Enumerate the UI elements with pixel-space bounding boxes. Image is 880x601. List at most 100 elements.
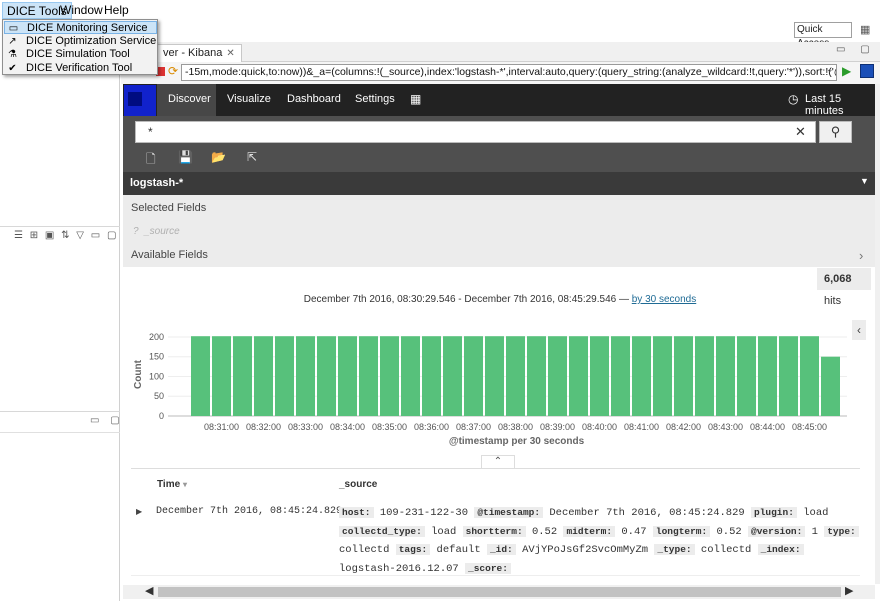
x-tick-label: 08:42:00 (666, 422, 701, 432)
histogram-bar[interactable] (191, 336, 210, 416)
histogram-bar[interactable] (254, 336, 273, 416)
histogram-bar[interactable] (695, 336, 714, 416)
interval-link[interactable]: by 30 seconds (632, 294, 697, 305)
scrollbar-thumb[interactable] (158, 587, 841, 597)
source-value: 1 (805, 525, 825, 538)
menu-help[interactable]: Help (100, 3, 133, 17)
expand-row-icon[interactable]: ▶ (136, 507, 142, 516)
row-timestamp: December 7th 2016, 08:45:24.829 (156, 506, 343, 517)
nav-visualize[interactable]: Visualize (227, 93, 271, 105)
source-key: _score: (465, 562, 511, 574)
clock-icon[interactable]: ◷ (788, 92, 798, 106)
panel-minmax-controls[interactable]: ▭ ▢ (90, 415, 124, 426)
nav-discover[interactable]: Discover (168, 93, 211, 105)
histogram-bar[interactable] (485, 336, 504, 416)
index-pattern-name[interactable]: logstash-* (130, 177, 183, 189)
y-axis-title: Count (133, 359, 144, 389)
nav-dashboard[interactable]: Dashboard (287, 93, 341, 105)
time-picker[interactable]: Last 15 minutes (805, 93, 880, 117)
search-icon: ⚲ (830, 124, 841, 139)
histogram-bar[interactable] (779, 336, 798, 416)
browser-icon[interactable] (860, 64, 874, 78)
clear-icon[interactable]: ✕ (795, 124, 806, 140)
source-field-item[interactable]: ? _source (133, 226, 180, 237)
chevron-up-icon[interactable]: ⌃ (481, 455, 515, 469)
sort-icon[interactable]: ▾ (183, 480, 187, 489)
x-tick-label: 08:44:00 (750, 422, 785, 432)
histogram-bar[interactable] (338, 336, 357, 416)
histogram-bar[interactable] (380, 336, 399, 416)
histogram-bar[interactable] (590, 336, 609, 416)
histogram-bar[interactable] (674, 336, 693, 416)
source-key: host: (339, 507, 374, 518)
save-icon[interactable]: 💾 (178, 150, 193, 164)
menu-item-dice-monitoring-service[interactable]: ▭ DICE Monitoring Service (4, 21, 157, 34)
column-header-source: _source (339, 479, 378, 490)
histogram-bar[interactable] (275, 336, 294, 416)
available-fields-heading[interactable]: Available Fields (131, 249, 208, 261)
fields-sidebar (123, 195, 875, 267)
column-header-time[interactable]: Time ▾ (157, 479, 187, 490)
divider (131, 575, 860, 576)
x-tick-label: 08:32:00 (246, 422, 281, 432)
dice-tools-dropdown: ▭ DICE Monitoring Service ↗ DICE Optimizati… (2, 19, 158, 75)
menu-item-dice-verification-tool[interactable]: ✔ DICE Verification Tool (4, 62, 157, 75)
refresh-icon[interactable]: ⟳ (168, 64, 178, 78)
tab-kibana[interactable]: ver - Kibana ✕ (156, 44, 242, 62)
outline-view-toolbar[interactable]: ☰ ⊞ ▣ ⇅ ▽ ▭ ▢ (14, 230, 120, 244)
go-icon[interactable]: ▶ (842, 64, 851, 78)
check-circle-icon: ✔ (8, 62, 17, 74)
source-key: tags: (395, 544, 431, 555)
histogram-bar[interactable] (401, 336, 420, 416)
histogram-bar[interactable] (611, 336, 630, 416)
nav-settings[interactable]: Settings (355, 93, 395, 105)
menu-item-dice-simulation-tool[interactable]: ⚗ DICE Simulation Tool (4, 48, 157, 61)
histogram-bar[interactable] (716, 336, 735, 416)
time-range-text: December 7th 2016, 08:30:29.546 - Decemb… (200, 294, 800, 305)
chevron-left-icon[interactable]: ‹ (852, 320, 866, 340)
chevron-down-icon[interactable]: ⌄ (826, 64, 834, 75)
chevron-right-icon[interactable]: › (859, 248, 863, 263)
menu-item-dice-optimization-service[interactable]: ↗ DICE Optimization Service (4, 35, 157, 48)
histogram-bar[interactable] (296, 336, 315, 416)
source-value: 0.47 (615, 525, 653, 538)
column-label: Time (157, 479, 181, 490)
vertical-scrollbar[interactable] (875, 84, 880, 584)
url-field[interactable]: -15m,mode:quick,to:now))&_a=(columns:!(_… (181, 64, 837, 81)
histogram-bar[interactable] (422, 336, 441, 416)
histogram-bar[interactable] (212, 336, 231, 416)
new-search-icon[interactable]: 🗋 (146, 150, 156, 171)
tab-label: ver - Kibana (163, 47, 223, 59)
editor-minmax-controls[interactable]: ▭ ▢ (836, 44, 876, 55)
source-key: longterm: (652, 525, 711, 537)
histogram-bar[interactable] (758, 336, 777, 416)
source-key: type: (824, 525, 859, 537)
caret-down-icon[interactable]: ▼ (860, 176, 869, 186)
open-folder-icon[interactable]: 📂 (211, 150, 226, 164)
search-input[interactable]: * (135, 121, 816, 143)
quick-access-field[interactable]: Quick Access (794, 22, 852, 49)
histogram-bar[interactable] (317, 336, 336, 416)
histogram-bar[interactable] (821, 356, 840, 416)
histogram-bar[interactable] (443, 336, 462, 416)
index-pattern-bar[interactable] (123, 172, 875, 195)
histogram-bar[interactable] (632, 336, 651, 416)
histogram-bar[interactable] (653, 336, 672, 416)
histogram-bar[interactable] (464, 336, 483, 416)
x-tick-label: 08:38:00 (498, 422, 533, 432)
histogram-bar[interactable] (527, 336, 546, 416)
share-icon[interactable]: ⇱ (247, 150, 257, 164)
histogram-bar[interactable] (800, 336, 819, 416)
open-perspective-icon[interactable]: ▦ (860, 23, 874, 37)
histogram-bar[interactable] (233, 336, 252, 416)
scroll-right-icon[interactable]: ▶ (845, 584, 853, 597)
histogram-bar[interactable] (548, 336, 567, 416)
histogram-bar[interactable] (737, 336, 756, 416)
histogram-bar[interactable] (506, 336, 525, 416)
histogram-bar[interactable] (359, 336, 378, 416)
search-button[interactable]: ⚲ (819, 121, 852, 143)
scroll-left-icon[interactable]: ◀ (145, 584, 153, 597)
close-icon[interactable]: ✕ (226, 48, 234, 59)
histogram-bar[interactable] (569, 336, 588, 416)
apps-grid-icon[interactable]: ▦ (410, 92, 421, 106)
